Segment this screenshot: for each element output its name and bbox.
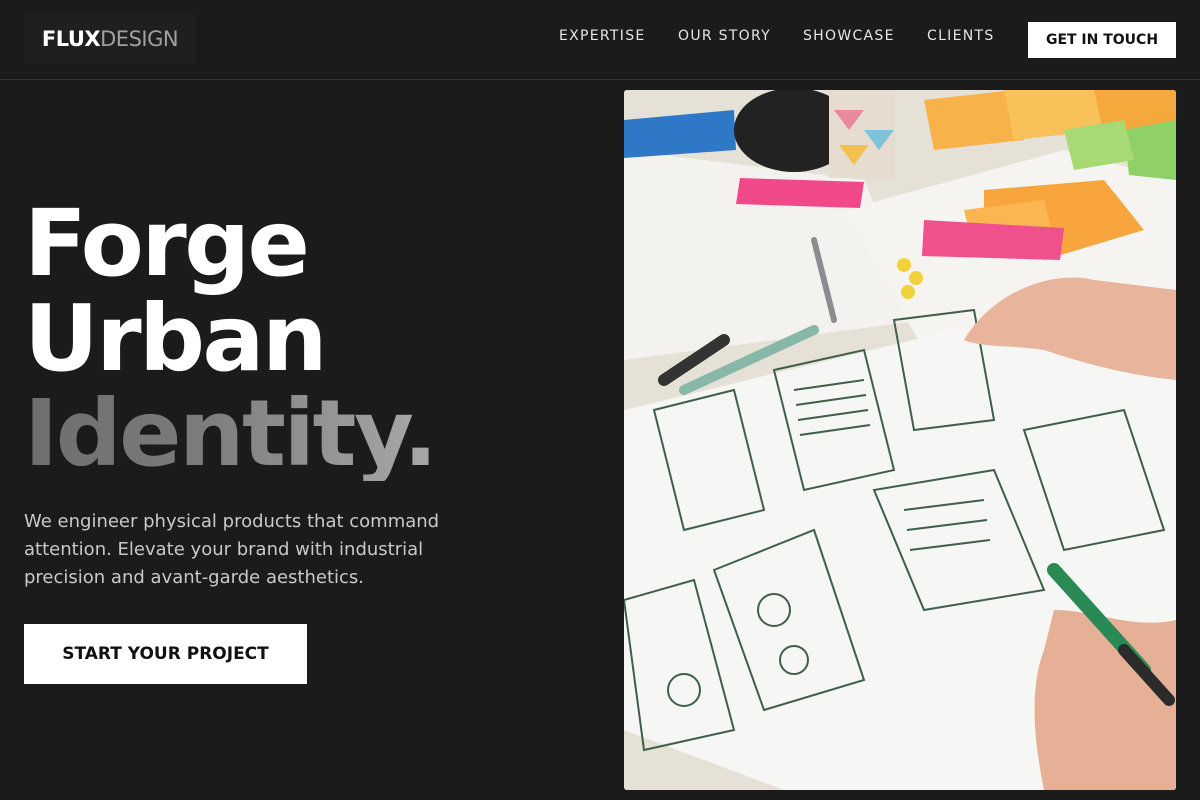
nav-item-showcase[interactable]: SHOWCASE <box>803 28 895 44</box>
logo-light: DESIGN <box>100 27 179 51</box>
site-header: FLUX DESIGN EXPERTISE OUR STORY SHOWCASE … <box>0 0 1200 80</box>
hero-headline: Forge Urban Identity. <box>24 190 438 487</box>
wireframe-sketch-photo-icon <box>624 90 1176 790</box>
start-project-button[interactable]: START YOUR PROJECT <box>24 624 307 684</box>
hero-subtitle: We engineer physical products that comma… <box>24 511 440 588</box>
logo[interactable]: FLUX DESIGN <box>24 14 196 64</box>
headline-line-1: Forge <box>24 190 310 297</box>
headline-line-2: Urban <box>24 285 328 392</box>
nav-item-clients[interactable]: CLIENTS <box>927 28 995 44</box>
headline-line-3: Identity. <box>24 380 438 487</box>
nav-item-expertise[interactable]: EXPERTISE <box>559 28 646 44</box>
nav-item-our-story[interactable]: OUR STORY <box>678 28 771 44</box>
hero-image <box>624 90 1176 790</box>
logo-bold: FLUX <box>41 27 101 51</box>
get-in-touch-button[interactable]: GET IN TOUCH <box>1028 22 1176 58</box>
